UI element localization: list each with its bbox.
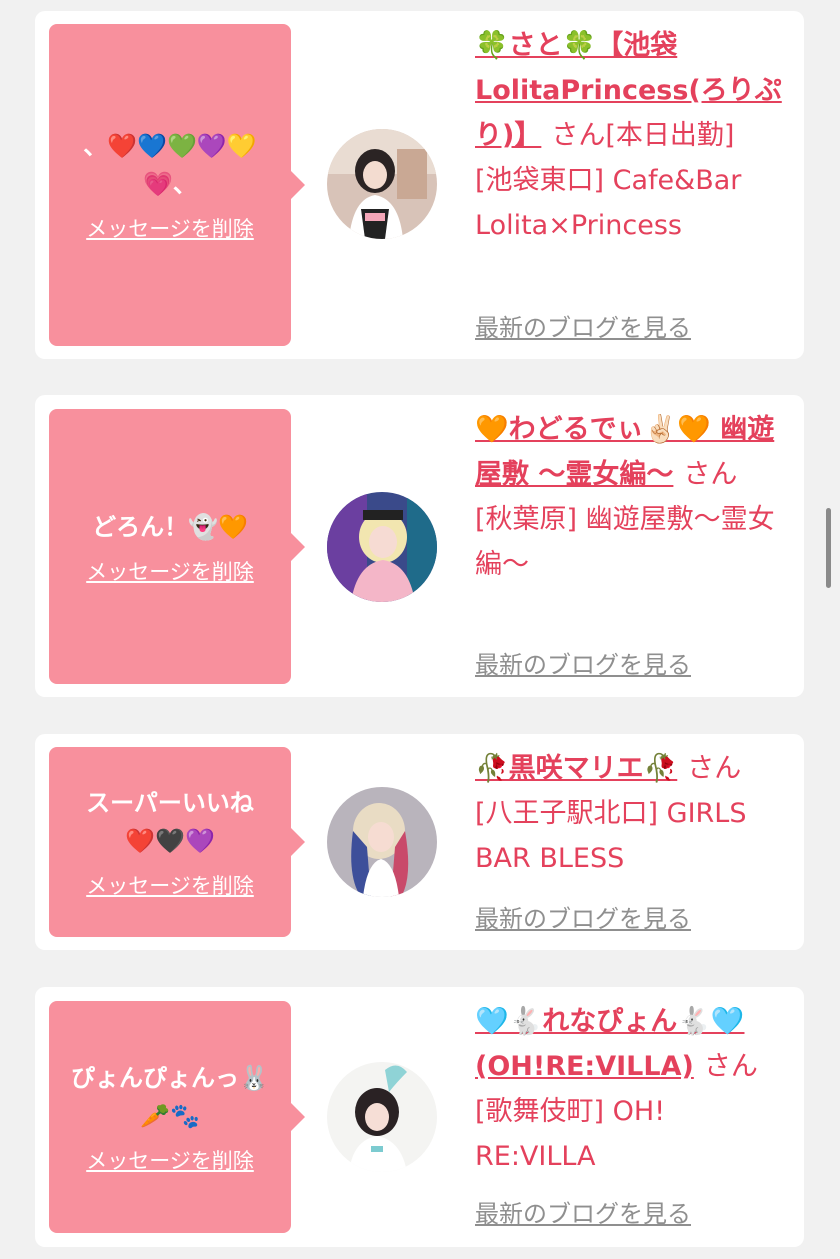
latest-blog-link[interactable]: 最新のブログを見る [475, 1194, 691, 1229]
shop-location: [歌舞伎町] OH! RE:VILLA [475, 1096, 666, 1172]
cast-info: 🩵🐇れなぴょん🐇🩵(OH!RE:VILLA) さん [歌舞伎町] OH! RE:V… [475, 999, 785, 1179]
message-bubble: どろん！👻🧡 メッセージを削除 [49, 409, 305, 684]
avatar[interactable] [327, 492, 437, 602]
shop-location: [八王子駅北口] GIRLS BAR BLESS [475, 798, 747, 874]
cast-name-link[interactable]: 🥀黒咲マリエ🥀 [475, 753, 677, 784]
avatar-photo-icon [327, 787, 437, 897]
avatar-photo-icon [327, 492, 437, 602]
cast-info: 🍀さと🍀【池袋LolitaPrincess(ろりぷり)】 さん[本日出勤] [池袋… [475, 23, 785, 248]
latest-blog-link[interactable]: 最新のブログを見る [475, 899, 691, 934]
message-bubble: 、❤️💙💚💜💛 💗、 メッセージを削除 [49, 24, 305, 346]
san-suffix: さん [687, 753, 742, 784]
message-card: どろん！👻🧡 メッセージを削除 🧡わどるでぃ✌🏻🧡 幽遊屋敷 〜霊女編〜 さん [… [35, 395, 804, 697]
message-bubble: スーパーいいね ❤️🖤💜 メッセージを削除 [49, 747, 305, 937]
message-card: スーパーいいね ❤️🖤💜 メッセージを削除 🥀黒咲マリエ🥀 さん [八王子駅北口]… [35, 734, 804, 950]
shop-location: [池袋東口] Cafe&Bar Lolita×Princess [475, 165, 742, 241]
san-suffix: さん [683, 459, 738, 490]
message-text-line2: 💗、 [143, 170, 197, 198]
latest-blog-link[interactable]: 最新のブログを見る [475, 645, 691, 680]
message-card: 、❤️💙💚💜💛 💗、 メッセージを削除 🍀さと🍀【池袋LolitaPrinces… [35, 11, 804, 359]
avatar-photo-icon [327, 1062, 437, 1172]
avatar[interactable] [327, 787, 437, 897]
cast-info: 🧡わどるでぃ✌🏻🧡 幽遊屋敷 〜霊女編〜 さん [秋葉原] 幽遊屋敷〜霊女編〜 [475, 407, 785, 587]
avatar[interactable] [327, 129, 437, 239]
message-card: ぴょんぴょんっ🐰 🥕🐾 メッセージを削除 🩵🐇れなぴょん🐇🩵(OH!RE:VIL… [35, 987, 804, 1247]
san-suffix: さん [551, 120, 606, 151]
cast-info: 🥀黒咲マリエ🥀 さん [八王子駅北口] GIRLS BAR BLESS [475, 746, 785, 881]
status-text: [本日出勤] [605, 120, 735, 151]
message-bubble: ぴょんぴょんっ🐰 🥕🐾 メッセージを削除 [49, 1001, 305, 1233]
message-text-line1: 、❤️💙💚💜💛 [83, 132, 257, 160]
delete-message-link[interactable]: メッセージを削除 [86, 1145, 254, 1175]
avatar-photo-icon [327, 129, 437, 239]
message-text-line2: 🥕🐾 [140, 1102, 200, 1130]
shop-location: [秋葉原] 幽遊屋敷〜霊女編〜 [475, 504, 775, 580]
message-text-line1: ぴょんぴょんっ🐰 [71, 1064, 269, 1092]
delete-message-link[interactable]: メッセージを削除 [86, 556, 254, 586]
latest-blog-link[interactable]: 最新のブログを見る [475, 308, 691, 343]
message-text-line1: スーパーいいね [86, 789, 254, 817]
scrollbar[interactable] [826, 508, 831, 588]
delete-message-link[interactable]: メッセージを削除 [86, 213, 254, 243]
avatar[interactable] [327, 1062, 437, 1172]
delete-message-link[interactable]: メッセージを削除 [86, 870, 254, 900]
message-text-line1: どろん！👻🧡 [92, 512, 248, 541]
message-text-line2: ❤️🖤💜 [125, 827, 215, 855]
san-suffix: さん [703, 1051, 758, 1082]
